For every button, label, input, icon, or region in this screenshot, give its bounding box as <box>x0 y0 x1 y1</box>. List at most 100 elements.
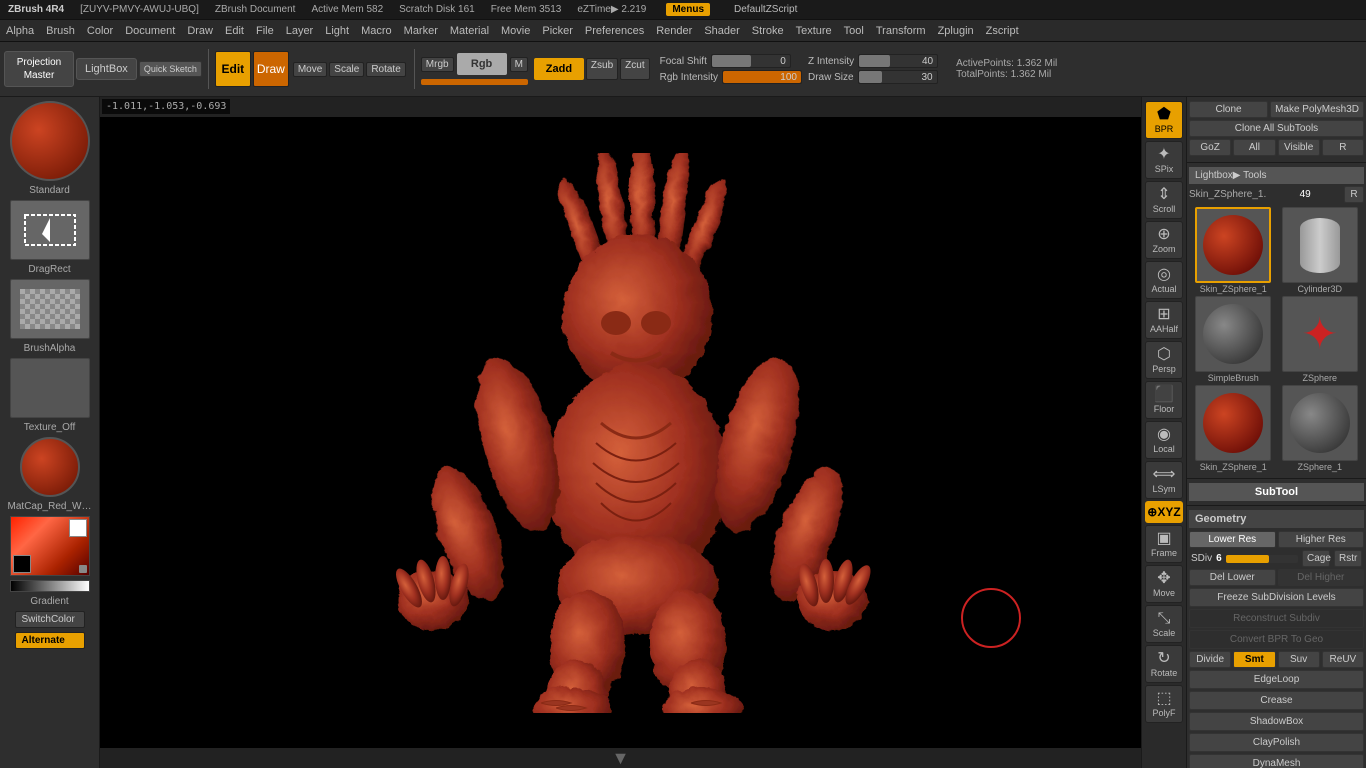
menu-document[interactable]: Document <box>125 25 175 37</box>
actual-button[interactable]: ◎ Actual <box>1145 261 1183 299</box>
scroll-indicator[interactable]: ▼ <box>612 748 630 768</box>
menu-brush[interactable]: Brush <box>46 25 75 37</box>
focal-shift-slider[interactable]: 0 <box>711 54 791 68</box>
draw-size-slider[interactable]: 30 <box>858 70 938 84</box>
lsym-button[interactable]: ⟺ LSym <box>1145 461 1183 499</box>
clone-button[interactable]: Clone <box>1189 101 1268 118</box>
menu-draw[interactable]: Draw <box>187 25 213 37</box>
thumb-skin-zsphere-2[interactable]: Skin_ZSphere_1 <box>1191 385 1276 472</box>
menus-button[interactable]: Menus <box>666 3 710 16</box>
canvas-area[interactable]: ▼ <box>100 97 1141 768</box>
smt-button[interactable]: Smt <box>1233 651 1275 668</box>
r-button[interactable]: R <box>1322 139 1364 156</box>
zadd-button[interactable]: Zadd <box>534 58 584 80</box>
local-button[interactable]: ◉ Local <box>1145 421 1183 459</box>
menu-preferences[interactable]: Preferences <box>585 25 644 37</box>
bpr-button[interactable]: ⬟ BPR <box>1145 101 1183 139</box>
gradient-bar[interactable] <box>10 580 90 592</box>
thumb-zsphere[interactable]: ✦ ZSphere <box>1278 296 1363 383</box>
lightbox-button[interactable]: LightBox <box>76 58 137 80</box>
alternate-button[interactable]: Alternate <box>15 632 85 649</box>
crease-button[interactable]: Crease <box>1189 691 1364 710</box>
menu-zscript[interactable]: Zscript <box>986 25 1019 37</box>
texture-thumb[interactable] <box>10 358 90 418</box>
edgeloop-button[interactable]: EdgeLoop <box>1189 670 1364 689</box>
visible-button[interactable]: Visible <box>1278 139 1320 156</box>
menu-color[interactable]: Color <box>87 25 113 37</box>
del-lower-button[interactable]: Del Lower <box>1189 569 1276 586</box>
material-thumbnail[interactable] <box>10 101 90 181</box>
z-intensity-slider[interactable]: 40 <box>858 54 938 68</box>
menu-shader[interactable]: Shader <box>704 25 739 37</box>
cage-button[interactable]: Cage <box>1302 550 1330 567</box>
spix-button[interactable]: ✦ SPix <box>1145 141 1183 179</box>
menu-edit[interactable]: Edit <box>225 25 244 37</box>
menu-zplugin[interactable]: Zplugin <box>938 25 974 37</box>
edit-button[interactable]: Edit <box>215 51 251 87</box>
menu-file[interactable]: File <box>256 25 274 37</box>
thumb-skin-zsphere-1[interactable]: Skin_ZSphere_1 <box>1191 207 1276 294</box>
freeze-subdiv-button[interactable]: Freeze SubDivision Levels <box>1189 588 1364 607</box>
move-button[interactable]: Move <box>293 62 327 77</box>
reuv-button[interactable]: ReUV <box>1322 651 1364 668</box>
goz-button[interactable]: GoZ <box>1189 139 1231 156</box>
menu-alpha[interactable]: Alpha <box>6 25 34 37</box>
rstr-button[interactable]: Rstr <box>1334 550 1362 567</box>
dynamesh-button[interactable]: DynaMesh <box>1189 754 1364 768</box>
scale-tool-button[interactable]: ⤡ Scale <box>1145 605 1183 643</box>
matcap-thumbnail[interactable] <box>20 437 80 497</box>
menu-material[interactable]: Material <box>450 25 489 37</box>
menu-transform[interactable]: Transform <box>876 25 926 37</box>
shadowbox-button[interactable]: ShadowBox <box>1189 712 1364 731</box>
persp-button[interactable]: ⬡ Persp <box>1145 341 1183 379</box>
menu-macro[interactable]: Macro <box>361 25 392 37</box>
menu-stroke[interactable]: Stroke <box>752 25 784 37</box>
rotate-tool-button[interactable]: ↻ Rotate <box>1145 645 1183 683</box>
zsub-button[interactable]: Zsub <box>586 58 618 80</box>
menu-picker[interactable]: Picker <box>542 25 573 37</box>
scroll-button[interactable]: ⇕ Scroll <box>1145 181 1183 219</box>
frame-button[interactable]: ▣ Frame <box>1145 525 1183 563</box>
divide-button[interactable]: Divide <box>1189 651 1231 668</box>
drag-rect-brush[interactable] <box>10 200 90 260</box>
floor-button[interactable]: ⬛ Floor <box>1145 381 1183 419</box>
menu-light[interactable]: Light <box>325 25 349 37</box>
menu-movie[interactable]: Movie <box>501 25 530 37</box>
polyf-button[interactable]: ⬚ PolyF <box>1145 685 1183 723</box>
menu-layer[interactable]: Layer <box>286 25 314 37</box>
rgb-intensity-slider[interactable]: 100 <box>722 70 802 84</box>
clone-all-subtools-button[interactable]: Clone All SubTools <box>1189 120 1364 137</box>
convert-bpr-button[interactable]: Convert BPR To Geo <box>1189 630 1364 649</box>
switch-color-button[interactable]: SwitchColor <box>15 611 85 628</box>
lightbox-tools-button[interactable]: Lightbox▶ Tools <box>1189 167 1364 184</box>
projection-master-button[interactable]: Projection Master <box>4 51 74 87</box>
rotate-button[interactable]: Rotate <box>366 62 405 77</box>
thumb-zsphere-1[interactable]: ZSphere_1 <box>1278 385 1363 472</box>
scale-button[interactable]: Scale <box>329 62 364 77</box>
quick-sketch-button[interactable]: Quick Sketch <box>139 61 202 77</box>
reconstruct-subdiv-button[interactable]: Reconstruct Subdiv <box>1189 609 1364 628</box>
thumb-cylinder3d[interactable]: Cylinder3D <box>1278 207 1363 294</box>
sdiv-slider[interactable] <box>1226 555 1298 563</box>
color-picker[interactable] <box>10 516 90 576</box>
xyz-button[interactable]: ⊕XYZ <box>1145 501 1183 523</box>
aahalf-button[interactable]: ⊞ AAHalf <box>1145 301 1183 339</box>
claypolish-button[interactable]: ClayPolish <box>1189 733 1364 752</box>
menu-render[interactable]: Render <box>656 25 692 37</box>
rgb-button[interactable]: Rgb <box>457 53 507 75</box>
mrgb-button[interactable]: Mrgb <box>421 57 454 72</box>
menu-tool[interactable]: Tool <box>844 25 864 37</box>
viewport[interactable] <box>100 117 1141 748</box>
draw-button[interactable]: Draw <box>253 51 289 87</box>
brush-alpha-thumb[interactable] <box>10 279 90 339</box>
zcut-button[interactable]: Zcut <box>620 58 649 80</box>
menu-texture[interactable]: Texture <box>796 25 832 37</box>
r-skin-button[interactable]: R <box>1344 186 1364 203</box>
thumb-simple-brush[interactable]: SimpleBrush <box>1191 296 1276 383</box>
all-button[interactable]: All <box>1233 139 1275 156</box>
make-polymesh-button[interactable]: Make PolyMesh3D <box>1270 101 1364 118</box>
del-higher-button[interactable]: Del Higher <box>1278 569 1365 586</box>
lower-res-button[interactable]: Lower Res <box>1189 531 1276 548</box>
suv-button[interactable]: Suv <box>1278 651 1320 668</box>
m-button[interactable]: M <box>510 57 528 72</box>
